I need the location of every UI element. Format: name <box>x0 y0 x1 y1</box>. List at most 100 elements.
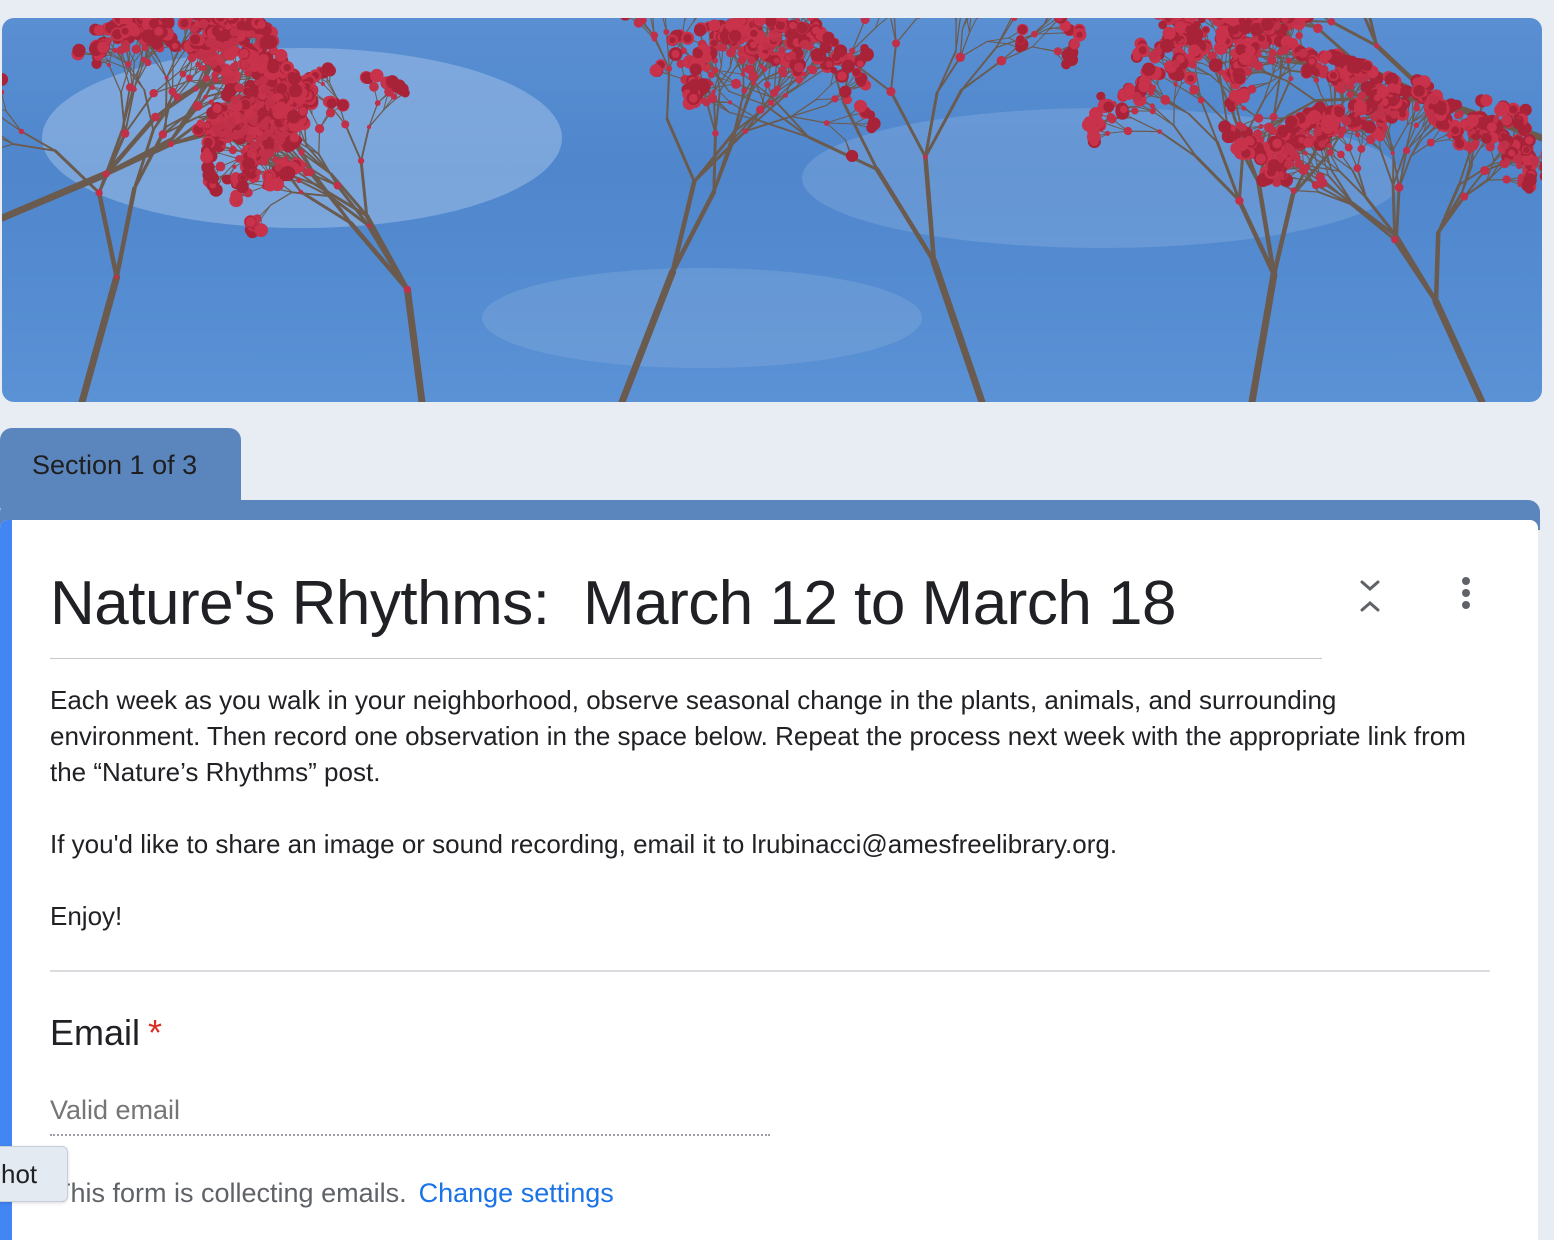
blossom <box>122 40 129 47</box>
branch <box>2 144 13 152</box>
blossom <box>334 182 342 190</box>
blossom <box>223 176 231 184</box>
branch <box>937 57 960 92</box>
blossom <box>404 286 411 293</box>
blossom <box>198 66 203 71</box>
blossom <box>201 52 210 61</box>
blossom <box>315 124 324 133</box>
branch <box>816 85 831 100</box>
branch <box>1395 240 1436 302</box>
branch <box>667 119 694 181</box>
branch <box>1252 275 1274 402</box>
blossom <box>232 165 236 169</box>
blossom <box>230 193 240 203</box>
branch <box>1436 302 1482 402</box>
blossom <box>321 82 325 86</box>
blossom <box>231 145 235 149</box>
branch <box>791 100 816 117</box>
branch <box>2 92 6 111</box>
blossom <box>107 63 111 67</box>
blossom <box>165 76 169 80</box>
branch <box>745 95 785 131</box>
branch <box>948 18 956 20</box>
branch <box>1393 186 1395 240</box>
branch <box>99 193 117 277</box>
blossom <box>149 89 157 97</box>
header-banner-image <box>2 18 1542 402</box>
blossom <box>125 61 131 67</box>
blossom <box>2 89 4 95</box>
blossom <box>180 71 187 78</box>
blossom <box>122 28 129 35</box>
blossom <box>180 19 188 27</box>
blossom <box>242 157 255 170</box>
branch <box>1264 73 1274 101</box>
blossom <box>19 129 24 134</box>
branch <box>667 69 669 119</box>
blossom <box>358 158 364 164</box>
blossom <box>190 25 198 33</box>
blossom <box>367 125 371 129</box>
branch <box>1352 205 1395 240</box>
blossom <box>236 180 249 193</box>
branch <box>685 18 696 19</box>
blossom <box>168 88 176 96</box>
blossom <box>105 37 112 44</box>
branch <box>407 289 422 402</box>
blossom <box>172 43 178 49</box>
branch <box>966 18 970 33</box>
blossom <box>298 149 304 155</box>
branch <box>673 181 695 272</box>
blossom <box>95 189 102 196</box>
branch <box>1287 81 1316 101</box>
branch <box>1397 187 1400 236</box>
branch <box>673 192 714 272</box>
blossom <box>322 62 334 74</box>
blossom <box>210 85 215 90</box>
blossom <box>159 130 167 138</box>
blossom <box>114 275 119 280</box>
branch <box>2 174 106 218</box>
blossom <box>374 73 380 79</box>
branch <box>166 78 167 127</box>
blossom <box>341 120 349 128</box>
blossom <box>149 19 159 29</box>
blossom <box>326 108 335 117</box>
branch <box>1128 131 1160 132</box>
blossom <box>144 59 151 66</box>
branch <box>934 261 982 402</box>
blossom <box>121 129 130 138</box>
branch <box>891 43 896 91</box>
branch <box>987 38 1009 42</box>
blossom <box>132 45 141 54</box>
branch <box>896 18 919 43</box>
branch <box>827 116 849 123</box>
blossom <box>142 44 149 51</box>
blossom <box>186 75 193 82</box>
branch <box>6 111 21 132</box>
blossom <box>94 25 104 35</box>
branch <box>791 116 826 122</box>
blossom <box>190 34 200 44</box>
blossom <box>367 224 371 228</box>
branch <box>1436 233 1438 302</box>
branch <box>82 277 117 402</box>
blossom <box>386 75 399 88</box>
blossom <box>203 75 210 82</box>
blossom <box>193 101 203 111</box>
branch <box>1331 22 1376 46</box>
blossom <box>296 178 301 183</box>
blossom <box>375 100 381 106</box>
branch <box>937 51 956 93</box>
blossom <box>254 223 267 236</box>
blossom-branches-illustration <box>2 18 1542 402</box>
branch <box>791 106 826 117</box>
branch <box>1393 125 1407 149</box>
branch <box>987 41 1007 43</box>
branch <box>714 132 734 192</box>
blossom <box>143 31 153 41</box>
blossom <box>240 175 246 181</box>
blossom <box>246 217 256 227</box>
blossom <box>126 83 134 91</box>
blossom <box>327 98 337 108</box>
